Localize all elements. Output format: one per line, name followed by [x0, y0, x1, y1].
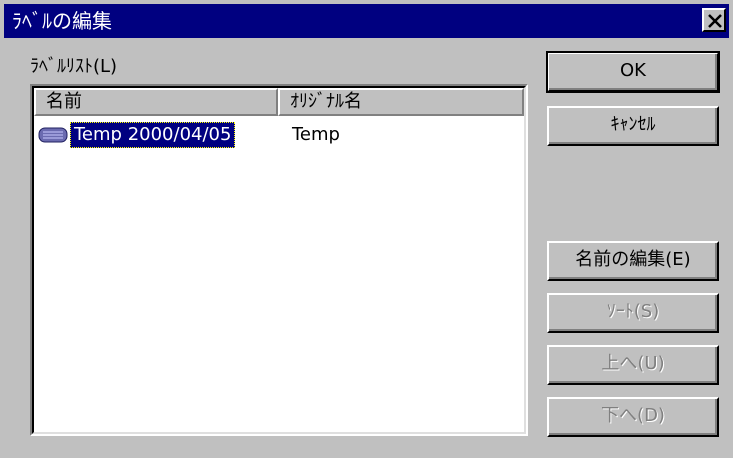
close-button[interactable] — [702, 8, 726, 32]
list-row[interactable]: Temp 2000/04/05 Temp — [34, 122, 524, 150]
row-original-name-cell: Temp — [292, 124, 340, 145]
sort-button[interactable]: ｿｰﾄ(S) — [547, 293, 719, 333]
label-list-label: ﾗﾍﾞﾙﾘｽﾄ(L) — [30, 56, 118, 77]
edit-label-dialog: ﾗﾍﾞﾙの編集 ﾗﾍﾞﾙﾘｽﾄ(L) 名前 ｵﾘｼﾞﾅﾙ名 Temp 2000/… — [0, 0, 733, 458]
tape-icon — [38, 127, 68, 143]
title-bar[interactable]: ﾗﾍﾞﾙの編集 — [4, 4, 729, 38]
move-down-button[interactable]: 下へ(D) — [547, 397, 719, 437]
cancel-button[interactable]: ｷｬﾝｾﾙ — [547, 106, 719, 146]
move-up-button[interactable]: 上へ(U) — [547, 345, 719, 385]
row-name-cell[interactable]: Temp 2000/04/05 — [70, 122, 236, 148]
column-header-original-name[interactable]: ｵﾘｼﾞﾅﾙ名 — [278, 88, 524, 116]
close-icon — [708, 14, 722, 28]
column-header-name[interactable]: 名前 — [34, 88, 278, 116]
ok-button[interactable]: OK — [546, 51, 720, 93]
label-list[interactable]: 名前 ｵﾘｼﾞﾅﾙ名 Temp 2000/04/05 Temp — [30, 84, 528, 436]
edit-name-button[interactable]: 名前の編集(E) — [547, 241, 719, 281]
window-title: ﾗﾍﾞﾙの編集 — [12, 9, 112, 33]
